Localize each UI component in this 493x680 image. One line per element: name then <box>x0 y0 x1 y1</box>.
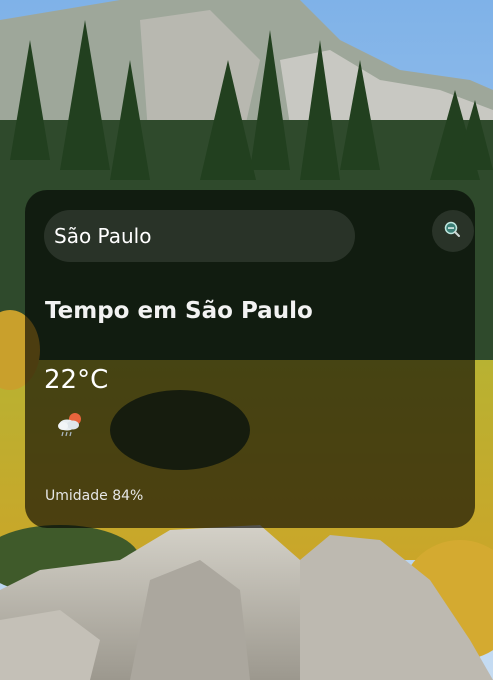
weather-title: Tempo em São Paulo <box>45 298 313 324</box>
city-search-input[interactable] <box>44 210 355 262</box>
app-window: Tempo em São Paulo 22°C Umidade 84% <box>0 0 493 680</box>
cloud-rain-sun-icon <box>58 413 81 437</box>
search-button[interactable] <box>432 210 474 252</box>
weather-card: Tempo em São Paulo 22°C Umidade 84% <box>25 190 475 528</box>
search-bar <box>44 210 474 262</box>
humidity-value: 84% <box>112 488 144 504</box>
humidity-label: Umidade <box>45 488 108 504</box>
search-icon <box>444 221 460 237</box>
temperature-value: 22°C <box>44 365 109 395</box>
humidity-text: Umidade 84% <box>45 488 143 504</box>
